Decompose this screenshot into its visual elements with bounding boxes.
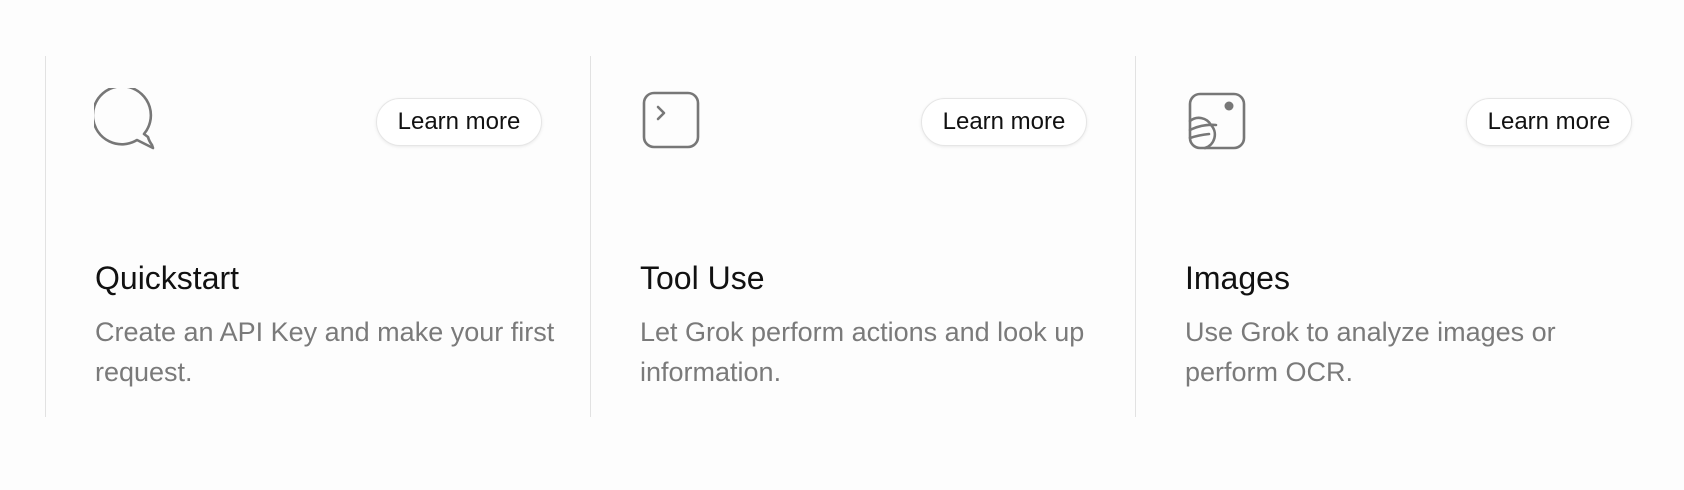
- feature-cards: Learn more Quickstart Create an API Key …: [45, 56, 1680, 417]
- card-images: Learn more Images Use Grok to analyze im…: [1135, 56, 1680, 417]
- learn-more-button[interactable]: Learn more: [376, 98, 542, 146]
- card-description: Let Grok perform actions and look up inf…: [640, 317, 1085, 387]
- learn-more-button[interactable]: Learn more: [1466, 98, 1632, 146]
- learn-more-button[interactable]: Learn more: [921, 98, 1087, 146]
- card-title: Images: [1185, 260, 1290, 296]
- card-description: Use Grok to analyze images or perform OC…: [1185, 317, 1556, 387]
- image-planet-icon: [1184, 88, 1248, 152]
- card-tool-use: Learn more Tool Use Let Grok perform act…: [590, 56, 1135, 417]
- card-title: Quickstart: [95, 260, 240, 296]
- card-quickstart: Learn more Quickstart Create an API Key …: [45, 56, 590, 417]
- chat-bubble-icon: [94, 88, 158, 152]
- terminal-prompt-icon: [639, 88, 703, 152]
- card-title: Tool Use: [640, 260, 765, 296]
- card-description: Create an API Key and make your first re…: [95, 317, 555, 387]
